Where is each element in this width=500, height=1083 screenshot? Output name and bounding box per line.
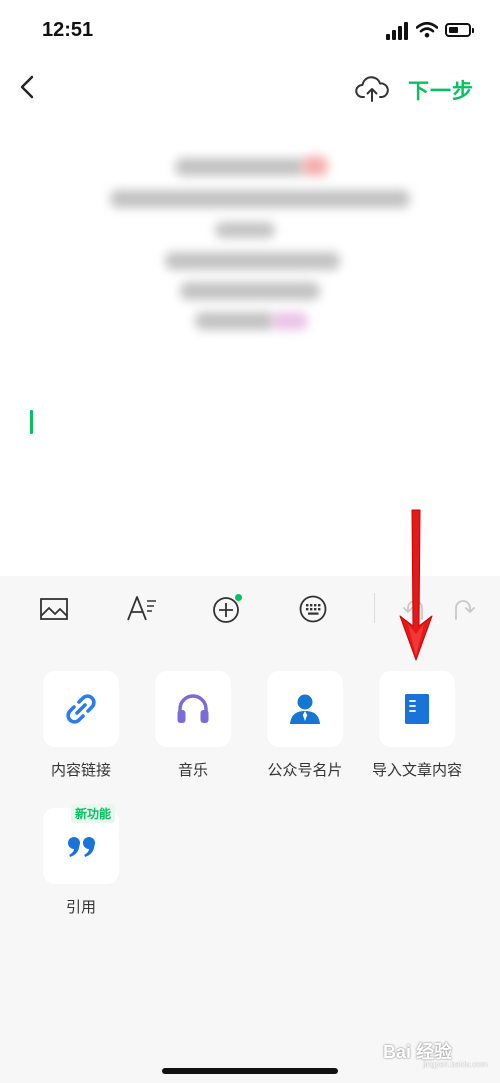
- tile-label: 引用: [65, 899, 96, 916]
- import-article-option[interactable]: 导入文章内容: [361, 671, 473, 780]
- tile-box: 新功能: [43, 804, 119, 884]
- quote-icon: [68, 837, 95, 857]
- tile-box: [43, 671, 119, 747]
- blurred-text-line: [175, 158, 305, 176]
- tile-label: 内容链接: [50, 762, 111, 779]
- cellular-signal-icon: [386, 22, 410, 40]
- status-time: 12:51: [42, 19, 94, 41]
- status-bar: 12:51: [0, 0, 500, 60]
- text-format-icon[interactable]: [125, 592, 159, 626]
- blurred-text-highlight: [272, 312, 308, 330]
- tile-label: 公众号名片: [267, 762, 343, 779]
- image-icon[interactable]: [37, 592, 71, 626]
- editor-toolbar: [0, 576, 500, 642]
- blurred-text-line: [180, 282, 320, 300]
- next-step-button[interactable]: 下一步: [408, 75, 474, 105]
- tile-label: 音乐: [177, 762, 208, 779]
- quote-option[interactable]: 新功能 引用: [25, 804, 137, 917]
- blurred-text-line: [215, 222, 275, 238]
- baidu-watermark: Bai 经验 jingyan.baidu.com: [383, 1030, 493, 1070]
- headphones-icon: [177, 694, 209, 723]
- editor-content[interactable]: [0, 130, 500, 570]
- toolbar-divider: [374, 593, 375, 623]
- profile-icon: [290, 694, 320, 724]
- text-cursor: [30, 410, 33, 434]
- blurred-text-line: [110, 190, 410, 208]
- home-indicator[interactable]: [162, 1068, 338, 1074]
- redo-icon[interactable]: [446, 592, 480, 626]
- undo-icon[interactable]: [398, 592, 432, 626]
- add-circle-icon[interactable]: [210, 592, 244, 626]
- battery-icon: [445, 23, 474, 37]
- wifi-icon: [416, 22, 438, 38]
- tile-box: [379, 671, 455, 747]
- keyboard-icon[interactable]: [296, 592, 330, 626]
- tile-box: [267, 671, 343, 747]
- blurred-text-line: [165, 252, 340, 270]
- official-account-card-option[interactable]: 公众号名片: [249, 671, 361, 780]
- music-option[interactable]: 音乐: [137, 671, 249, 780]
- insert-panel: 内容链接 音乐 公众号名片 导入文章内容 新功能 引用: [0, 576, 500, 1083]
- link-icon: [66, 694, 96, 724]
- tile-label: 导入文章内容: [371, 762, 462, 779]
- nav-bar: 下一步: [0, 62, 500, 114]
- tile-box: [155, 671, 231, 747]
- back-chevron-icon[interactable]: [14, 72, 44, 102]
- content-link-option[interactable]: 内容链接: [25, 671, 137, 780]
- document-icon: [405, 694, 429, 724]
- watermark-domain: jingyan.baidu.com: [423, 1060, 488, 1069]
- blurred-text-highlight: [302, 156, 328, 176]
- new-feature-badge: 新功能: [71, 804, 116, 823]
- blurred-text-line: [195, 312, 275, 330]
- cloud-upload-icon[interactable]: [355, 74, 389, 104]
